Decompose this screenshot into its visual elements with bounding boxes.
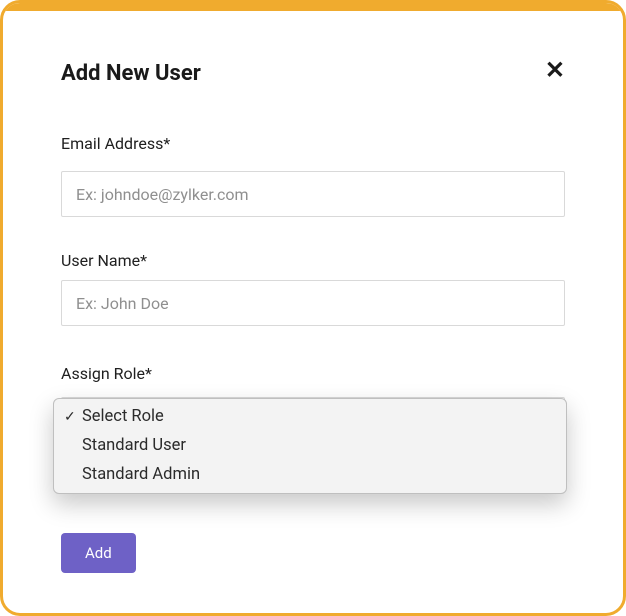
- add-user-button[interactable]: Add: [61, 533, 136, 573]
- username-group: User Name*: [61, 251, 565, 326]
- role-option-label: Select Role: [82, 405, 556, 430]
- role-option-standard-admin[interactable]: Standard Admin: [54, 461, 566, 490]
- modal-frame: Add New User ✕ Email Address* User Name*…: [0, 0, 626, 616]
- accent-top-bar: [3, 3, 623, 11]
- role-option-label: Standard User: [82, 434, 556, 459]
- email-group: Email Address*: [61, 134, 565, 217]
- role-dropdown-menu: ✓ Select Role Standard User Standard Adm…: [53, 398, 567, 494]
- role-option-standard-user[interactable]: Standard User: [54, 432, 566, 461]
- username-label: User Name*: [61, 251, 565, 270]
- role-group: Assign Role* ✓ Select Role Standard User…: [61, 364, 565, 443]
- modal-header: Add New User ✕: [61, 61, 565, 86]
- role-label: Assign Role*: [61, 364, 565, 383]
- check-icon: ✓: [64, 407, 82, 428]
- role-option-label: Standard Admin: [82, 463, 556, 488]
- modal-content: Add New User ✕ Email Address* User Name*…: [3, 11, 623, 613]
- modal-title: Add New User: [61, 61, 201, 86]
- close-icon[interactable]: ✕: [545, 59, 565, 83]
- username-field[interactable]: [61, 280, 565, 326]
- email-label: Email Address*: [61, 134, 565, 153]
- role-option-select-role[interactable]: ✓ Select Role: [54, 403, 566, 432]
- email-field[interactable]: [61, 171, 565, 217]
